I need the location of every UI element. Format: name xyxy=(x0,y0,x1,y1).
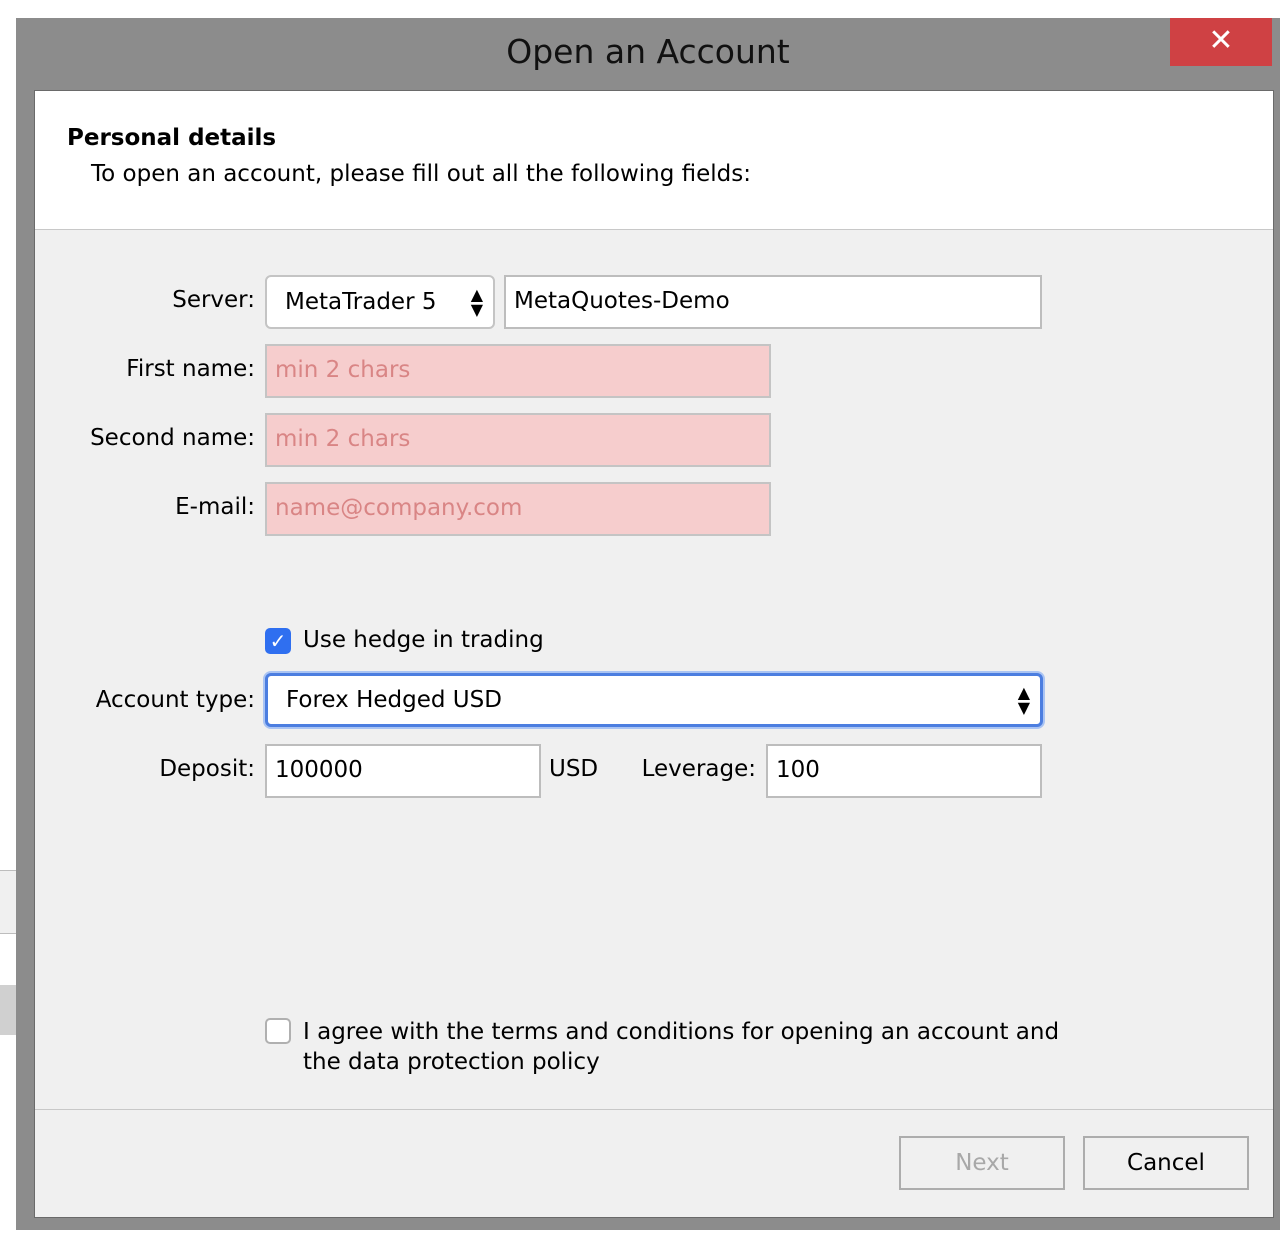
first-name-label: First name: xyxy=(126,356,255,382)
agree-checkbox[interactable] xyxy=(265,1018,291,1044)
updown-arrows-icon: ▲ ▼ xyxy=(470,285,483,319)
header-panel: Personal details To open an account, ple… xyxy=(35,91,1273,230)
leverage-input[interactable]: 100 xyxy=(766,744,1042,798)
deposit-input[interactable]: 100000 xyxy=(265,744,541,798)
second-name-field[interactable]: min 2 chars xyxy=(265,413,771,467)
hedge-label: Use hedge in trading xyxy=(303,627,544,653)
background-window-edge xyxy=(0,985,16,1035)
leverage-label: Leverage: xyxy=(641,756,756,782)
deposit-currency: USD xyxy=(549,756,599,782)
second-name-label: Second name: xyxy=(90,425,255,451)
footer-divider xyxy=(35,1109,1273,1110)
server-platform-value: MetaTrader 5 xyxy=(285,289,437,315)
open-account-dialog: Open an Account ✕ Personal details To op… xyxy=(16,18,1280,1230)
deposit-label: Deposit: xyxy=(159,756,255,782)
email-field[interactable]: name@company.com xyxy=(265,482,771,536)
close-button[interactable]: ✕ xyxy=(1170,18,1272,66)
dialog-title: Open an Account xyxy=(506,32,790,71)
agree-label: I agree with the terms and conditions fo… xyxy=(303,1017,1059,1077)
section-title: Personal details xyxy=(67,125,277,151)
title-bar: Open an Account ✕ xyxy=(16,18,1280,88)
account-type-value: Forex Hedged USD xyxy=(286,687,502,713)
cancel-button[interactable]: Cancel xyxy=(1083,1136,1249,1190)
server-label: Server: xyxy=(172,287,255,313)
close-icon: ✕ xyxy=(1208,23,1234,58)
email-label: E-mail: xyxy=(175,494,255,520)
agree-label-line2: the data protection policy xyxy=(303,1049,600,1075)
agree-label-line1: I agree with the terms and conditions fo… xyxy=(303,1019,1060,1045)
next-button[interactable]: Next xyxy=(899,1136,1065,1190)
dialog-client-area: Personal details To open an account, ple… xyxy=(34,90,1274,1218)
account-type-select[interactable]: Forex Hedged USD ▲ ▼ xyxy=(265,673,1043,727)
first-name-field[interactable]: min 2 chars xyxy=(265,344,771,398)
checkmark-icon: ✓ xyxy=(269,629,287,653)
background-window-edge xyxy=(0,870,16,934)
server-platform-select[interactable]: MetaTrader 5 ▲ ▼ xyxy=(265,275,495,329)
section-subtitle: To open an account, please fill out all … xyxy=(91,161,752,187)
updown-arrows-icon: ▲ ▼ xyxy=(1017,683,1030,717)
hedge-checkbox[interactable]: ✓ xyxy=(265,628,291,654)
server-name-input[interactable]: MetaQuotes-Demo xyxy=(504,275,1042,329)
account-type-label: Account type: xyxy=(95,687,255,713)
